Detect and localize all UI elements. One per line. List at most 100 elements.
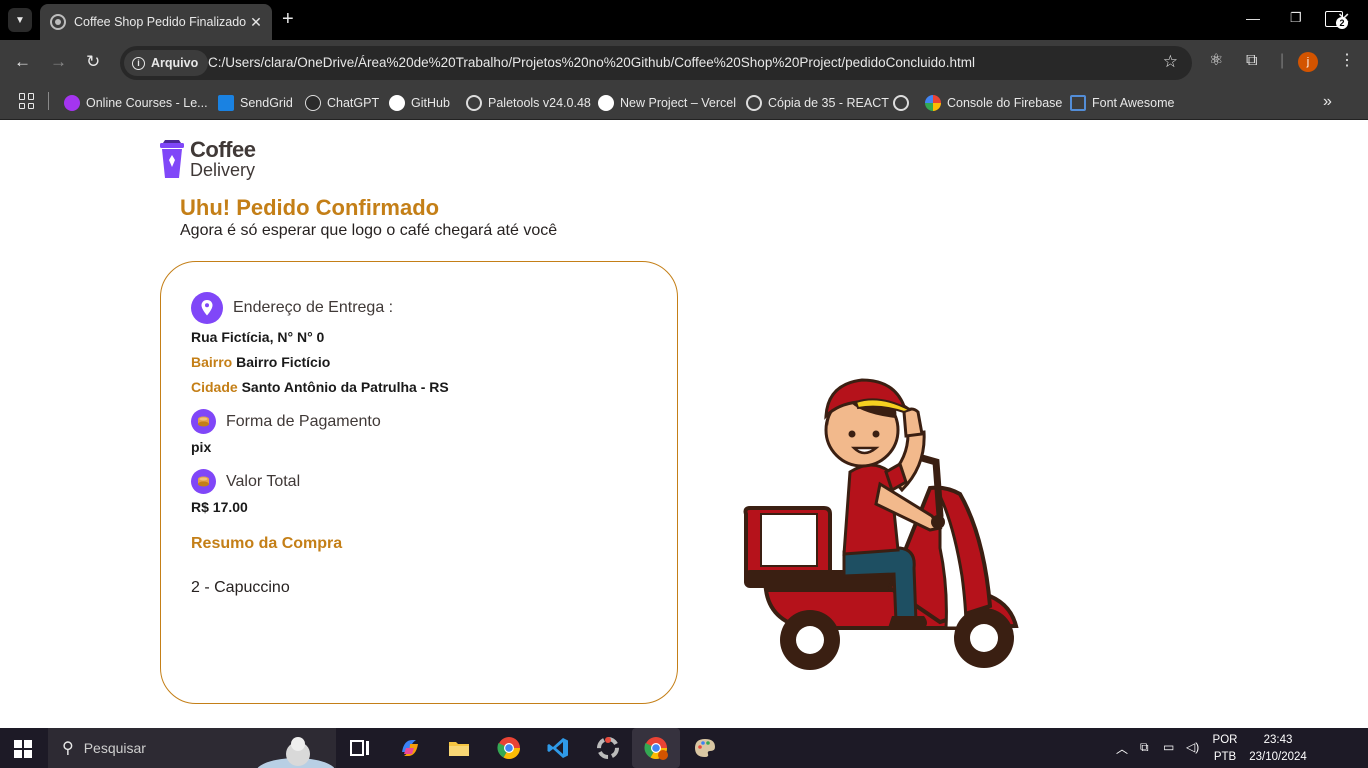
chrome-icon[interactable] (497, 736, 521, 760)
vscode-icon[interactable] (546, 736, 570, 760)
logo-title: Coffee (190, 137, 256, 162)
search-highlight-image (257, 737, 334, 768)
back-arrow-icon[interactable]: ← (14, 53, 31, 71)
clock-time: 23:43 (1263, 734, 1293, 746)
file-explorer-icon[interactable] (447, 736, 471, 760)
tray-app-icon[interactable]: ⧉ (1140, 740, 1149, 755)
minimize-icon[interactable]: — (1246, 10, 1260, 26)
bookmark-label: Console do Firebase (947, 96, 1063, 110)
bookmark-label: Cópia de 35 - REACT (768, 96, 889, 110)
bookmarks-divider (48, 92, 49, 110)
bookmark-label: ChatGPT (327, 96, 380, 110)
menu-kebab-icon[interactable]: ⋮ (1339, 52, 1355, 70)
google-icon (925, 95, 941, 111)
search-placeholder: Pesquisar (83, 740, 146, 756)
bookmark-label: Font Awesome (1092, 96, 1175, 110)
bookmark-label: SendGrid (240, 96, 293, 110)
bookmark-paletools[interactable]: Paletools v24.0.48 (466, 93, 591, 113)
total-value: R$ 17.00 (191, 499, 248, 515)
reload-icon[interactable]: ↻ (86, 53, 100, 71)
bookmark-vercel[interactable]: New Project – Vercel (598, 93, 736, 113)
payment-label: Forma de Pagamento (226, 413, 381, 430)
bookmark-github[interactable]: GitHub (389, 93, 450, 113)
flag-icon (1070, 95, 1086, 111)
bairro-row: Bairro Bairro Fictício (191, 354, 330, 370)
react-devtools-icon[interactable]: ⚛ (1209, 52, 1223, 70)
bookmark-online-courses[interactable]: Online Courses - Le... (64, 93, 208, 113)
search-icon: ⚲ (62, 740, 74, 757)
network-icon[interactable]: ▭ (1163, 740, 1174, 754)
volume-icon[interactable]: ◁) (1186, 740, 1199, 754)
app-ring-icon[interactable] (596, 736, 620, 760)
site-info-label: Arquivo (151, 56, 199, 70)
logo[interactable]: Coffee Delivery (160, 137, 256, 180)
list-item: 2 - Capuccino (191, 579, 290, 596)
vercel-icon (598, 95, 614, 111)
info-icon: i (132, 56, 145, 70)
restore-icon[interactable]: ❐ (1290, 10, 1302, 26)
tab-strip: ▼ Coffee Shop Pedido Finalizado ✕ + — ❐ … (0, 0, 1368, 40)
task-view-icon[interactable] (348, 736, 372, 760)
bookmark-sendgrid[interactable]: SendGrid (218, 93, 293, 113)
windows-taskbar: ⚲ Pesquisar ︿ ⧉ ▭ ◁) POR PTB 23:43 23/10… (0, 728, 1368, 768)
url-text[interactable]: C:/Users/clara/OneDrive/Área%20de%20Trab… (208, 55, 975, 70)
bairro-value: Bairro Fictício (236, 354, 331, 370)
coffee-cup-logo-icon (160, 140, 184, 178)
bookmark-firebase[interactable]: Console do Firebase (925, 93, 1062, 113)
bookmark-globe[interactable] (893, 93, 915, 113)
coins-icon (191, 409, 216, 434)
active-tab[interactable]: Coffee Shop Pedido Finalizado ✕ (40, 4, 272, 40)
globe-icon (893, 95, 909, 111)
keyboard-layout: PTB (1213, 751, 1237, 763)
toolbar-divider: | (1280, 52, 1285, 69)
udemy-icon (64, 95, 80, 111)
profile-avatar[interactable]: j (1298, 52, 1318, 72)
language-indicator[interactable]: POR PTB (1212, 732, 1238, 766)
browser-toolbar: ← → ↻ i Arquivo C:/Users/clara/OneDrive/… (0, 40, 1368, 86)
clock[interactable]: 23:43 23/10/2024 (1248, 732, 1308, 766)
apps-grid-icon[interactable] (19, 93, 35, 109)
site-info-chip[interactable]: i Arquivo (124, 50, 209, 76)
payment-value: pix (191, 439, 212, 455)
map-pin-icon (191, 292, 223, 324)
delivery-scooter-illustration (743, 378, 1019, 670)
new-tab-plus-icon[interactable]: + (282, 9, 294, 29)
bairro-label: Bairro (191, 354, 233, 370)
forward-arrow-icon[interactable]: → (50, 53, 67, 71)
bookmark-label: New Project – Vercel (620, 96, 737, 110)
language-code: POR (1212, 734, 1238, 746)
more-bookmarks-chevron-icon[interactable]: » (1323, 92, 1332, 112)
paint-palette-icon[interactable] (693, 736, 717, 760)
sendgrid-icon (218, 95, 234, 111)
bookmark-star-icon[interactable]: ☆ (1163, 52, 1178, 72)
taskbar-search[interactable]: ⚲ Pesquisar (48, 728, 336, 768)
notification-badge: 2 (1336, 17, 1348, 29)
github-icon (389, 95, 405, 111)
chrome-profile-icon[interactable] (644, 736, 668, 760)
tab-title: Coffee Shop Pedido Finalizado (74, 15, 246, 29)
chatgpt-icon (305, 95, 321, 111)
bookmark-label: Online Courses - Le... (86, 96, 208, 110)
copilot-icon[interactable] (398, 736, 422, 760)
cidade-value: Santo Antônio da Patrulha - RS (241, 379, 449, 395)
address-label: Endereço de Entrega : (233, 299, 394, 316)
tab-search-chevron-icon[interactable]: ▼ (8, 8, 32, 32)
globe-icon (466, 95, 482, 111)
globe-icon (50, 14, 66, 30)
page-title: Uhu! Pedido Confirmado (180, 195, 440, 220)
bookmark-font-awesome[interactable]: Font Awesome (1070, 93, 1174, 113)
clock-date: 23/10/2024 (1249, 751, 1307, 763)
tray-chevron-up-icon[interactable]: ︿ (1116, 740, 1128, 757)
bookmark-chatgpt[interactable]: ChatGPT (305, 93, 379, 113)
street-value: Rua Fictícia, N° N° 0 (191, 329, 325, 345)
total-label: Valor Total (226, 473, 301, 490)
windows-start-icon[interactable] (14, 740, 32, 758)
cidade-label: Cidade (191, 379, 238, 395)
close-tab-icon[interactable]: ✕ (246, 12, 266, 32)
bookmark-copia-react[interactable]: Cópia de 35 - REACT (746, 93, 889, 113)
address-bar[interactable]: i Arquivo C:/Users/clara/OneDrive/Área%2… (120, 46, 1192, 80)
logo-subtitle: Delivery (190, 160, 256, 180)
extensions-puzzle-icon[interactable]: ⧉ (1246, 52, 1257, 70)
summary-title: Resumo da Compra (191, 535, 343, 552)
page-subtitle: Agora é só esperar que logo o café chega… (180, 222, 558, 239)
